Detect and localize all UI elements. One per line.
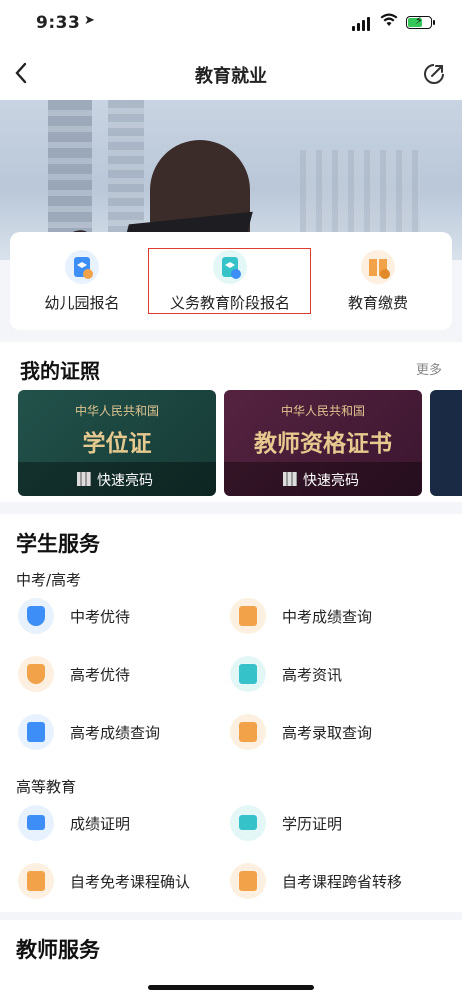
certificate-card-degree[interactable]: 中华人民共和国 学位证 快速亮码 <box>18 390 216 496</box>
transfer-check-icon <box>230 863 266 899</box>
wifi-icon <box>380 13 398 31</box>
service-label: 中考优待 <box>70 608 131 626</box>
service-label: 高考录取查询 <box>282 724 373 742</box>
quick-show-code-bar[interactable]: 快速亮码 <box>18 462 216 496</box>
nav-bar: 教育就业 <box>0 48 462 100</box>
quick-action-kindergarten-enroll[interactable]: 幼儿园报名 <box>12 250 152 313</box>
page-title: 教育就业 <box>195 66 267 87</box>
service-label: 高考成绩查询 <box>70 724 161 742</box>
certificate-name: 学位证 <box>82 430 152 457</box>
service-item[interactable]: 高考成绩查询 <box>18 712 238 752</box>
service-item[interactable]: 高考优待 <box>18 654 238 694</box>
qr-code-icon <box>77 472 91 486</box>
diploma-icon <box>230 805 266 841</box>
service-item[interactable]: 高考资讯 <box>230 654 450 694</box>
section-title: 教师服务 <box>16 938 100 962</box>
location-arrow-icon: ➤ <box>84 13 95 28</box>
service-item[interactable]: 中考优待 <box>18 596 238 636</box>
quick-show-code-bar[interactable]: 快速亮码 <box>224 462 422 496</box>
kindergarten-enroll-icon <box>65 250 99 284</box>
section-title: 我的证照 <box>20 359 100 383</box>
score-search-icon <box>230 598 266 634</box>
service-item[interactable]: 自考课程跨省转移 <box>230 861 450 901</box>
service-label: 成绩证明 <box>70 815 131 833</box>
service-label: 学历证明 <box>282 815 343 833</box>
status-bar: 9:33 ➤ ⚡ <box>0 0 462 48</box>
certificate-card-teacher-qualification[interactable]: 中华人民共和国 教师资格证书 快速亮码 <box>224 390 422 496</box>
service-label: 高考资讯 <box>282 666 343 684</box>
quick-action-label: 教育缴费 <box>347 294 408 312</box>
service-label: 中考成绩查询 <box>282 608 373 626</box>
certificate-card-partial[interactable] <box>430 390 462 496</box>
certificate-name: 教师资格证书 <box>254 430 392 457</box>
share-icon[interactable] <box>422 62 446 86</box>
service-label: 高考优待 <box>70 666 131 684</box>
service-label: 自考免考课程确认 <box>70 873 191 891</box>
more-link[interactable]: 更多 <box>416 359 442 378</box>
graduation-cap-icon <box>18 598 54 634</box>
news-icon <box>230 656 266 692</box>
quick-action-education-payment[interactable]: 教育缴费 <box>308 250 448 313</box>
admission-search-icon <box>230 714 266 750</box>
document-search-icon <box>18 863 54 899</box>
qr-code-icon <box>283 472 297 486</box>
certificate-issuer: 中华人民共和国 <box>74 404 159 418</box>
group-title: 高等教育 <box>16 778 77 796</box>
service-item[interactable]: 中考成绩查询 <box>230 596 450 636</box>
service-item[interactable]: 自考免考课程确认 <box>18 861 238 901</box>
quick-show-code-label: 快速亮码 <box>303 473 359 489</box>
service-item[interactable]: 成绩证明 <box>18 803 238 843</box>
selection-highlight-box <box>148 248 311 314</box>
cellular-signal-icon <box>352 17 372 31</box>
graduation-cap-icon <box>18 656 54 692</box>
quick-actions-card: 幼儿园报名 义务教育阶段报名 教育缴费 <box>10 232 452 330</box>
student-services-section: 学生服务 中考/高考 中考优待 中考成绩查询 高考优待 高考资讯 高考成绩查询 … <box>0 514 462 912</box>
document-search-icon <box>18 714 54 750</box>
section-title: 学生服务 <box>16 532 100 556</box>
quick-show-code-label: 快速亮码 <box>97 473 153 489</box>
home-indicator[interactable] <box>148 985 314 990</box>
certificate-issuer: 中华人民共和国 <box>280 404 365 418</box>
service-item[interactable]: 高考录取查询 <box>230 712 450 752</box>
status-time: 9:33 <box>36 13 81 33</box>
service-item[interactable]: 学历证明 <box>230 803 450 843</box>
group-title: 中考/高考 <box>16 571 82 589</box>
education-payment-icon <box>361 250 395 284</box>
service-label: 自考课程跨省转移 <box>282 873 403 891</box>
battery-charging-icon: ⚡ <box>406 14 435 29</box>
quick-action-label: 幼儿园报名 <box>44 294 120 312</box>
certificate-icon <box>18 805 54 841</box>
my-certificates-section: 我的证照 更多 中华人民共和国 学位证 快速亮码 中华人民共和国 教师资格证书 … <box>0 342 462 502</box>
